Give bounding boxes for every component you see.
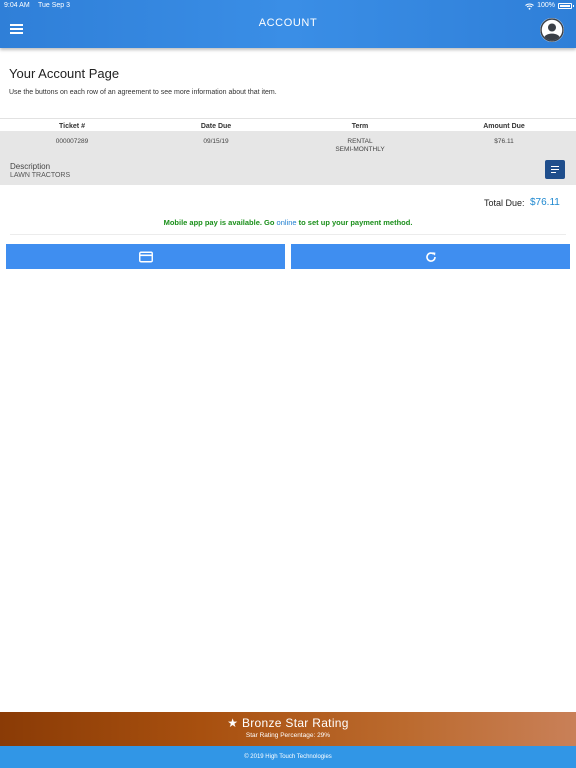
divider (10, 234, 566, 235)
user-avatar-icon[interactable] (540, 18, 564, 42)
status-date: Tue Sep 3 (38, 2, 71, 9)
description-value: LAWN TRACTORS (10, 172, 71, 179)
page-title: Your Account Page (9, 66, 120, 81)
term: RENTAL SEMI-MONTHLY (310, 138, 410, 154)
credit-card-icon (138, 251, 153, 262)
total-due-value: $76.11 (530, 197, 560, 208)
battery-percentage: 100% (537, 2, 555, 9)
amount-due: $76.11 (494, 138, 514, 145)
copyright-bar: © 2019 High Touch Technologies (0, 746, 576, 768)
copyright-text: © 2019 High Touch Technologies (244, 754, 332, 760)
rating-percentage: Star Rating Percentage: 29% (245, 732, 331, 739)
mobile-pay-notice: Mobile app pay is available. Go online t… (0, 218, 576, 227)
battery-icon (558, 3, 574, 9)
column-header-date-due: Date Due (200, 123, 232, 130)
column-header-amount-due: Amount Due (483, 123, 525, 130)
description-label: Description (10, 162, 51, 171)
table-row: 000007289 09/15/19 RENTAL SEMI-MONTHLY $… (0, 131, 576, 185)
star-rating-banner: ★ Bronze Star Rating Star Rating Percent… (0, 712, 576, 746)
status-time: 9:04 AM (4, 2, 30, 9)
header-title: ACCOUNT (258, 17, 318, 29)
wifi-icon (525, 3, 534, 10)
refresh-icon (425, 251, 436, 262)
pay-button[interactable] (6, 244, 285, 269)
term-type: RENTAL (347, 138, 373, 145)
column-header-term: Term (351, 123, 369, 130)
rating-title: ★ Bronze Star Rating (227, 716, 349, 730)
app-header: 9:04 AM Tue Sep 3 100% ACCOUNT (0, 0, 576, 48)
column-header-ticket: Ticket # (59, 123, 85, 130)
status-bar: 9:04 AM Tue Sep 3 100% (0, 0, 576, 12)
online-link[interactable]: online (277, 218, 297, 227)
mobile-pay-text-after: to set up your payment method. (296, 218, 413, 227)
mobile-pay-text-before: Mobile app pay is available. Go (163, 218, 277, 227)
date-due: 09/15/19 (203, 138, 229, 145)
total-due-label: Total Due: (484, 198, 525, 208)
details-list-icon (551, 166, 559, 175)
page-subtitle: Use the buttons on each row of an agreem… (9, 89, 277, 96)
term-frequency: SEMI-MONTHLY (335, 146, 385, 153)
agreement-details-button[interactable] (545, 160, 565, 179)
table-header: Ticket # Date Due Term Amount Due (0, 118, 576, 132)
ticket-number: 000007289 (55, 138, 89, 145)
refresh-button[interactable] (291, 244, 570, 269)
status-right: 100% (525, 0, 574, 12)
